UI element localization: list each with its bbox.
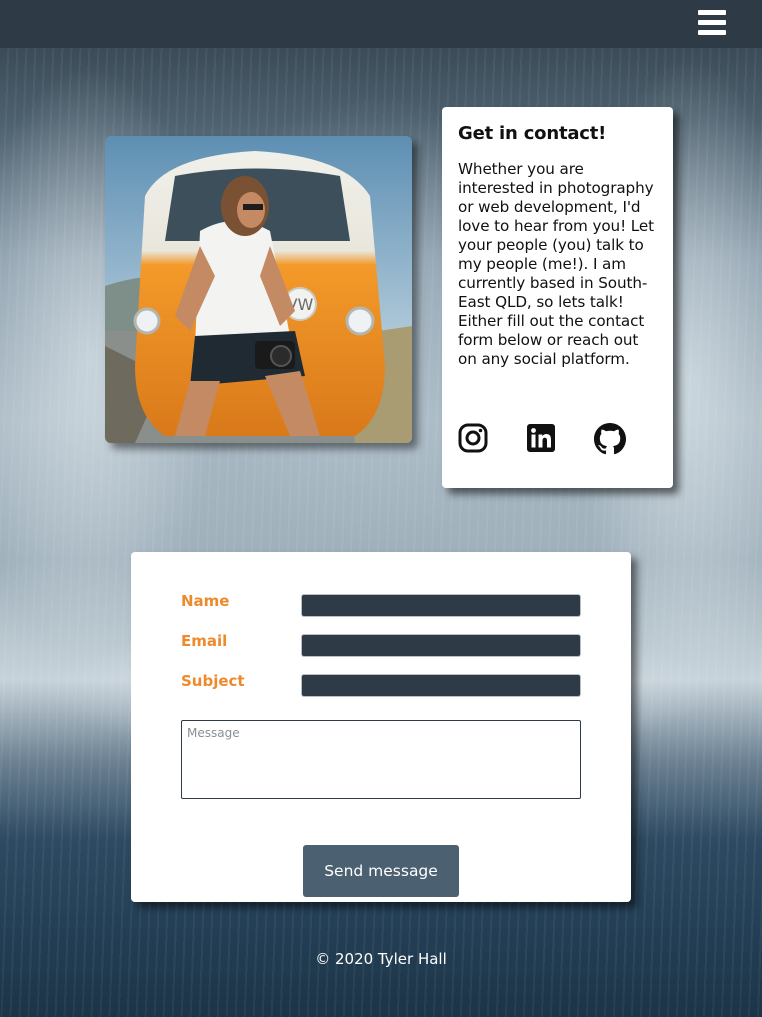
email-row: Email [181, 632, 581, 657]
contact-info-card: Get in contact! Whether you are interest… [442, 107, 673, 488]
name-row: Name [181, 592, 581, 617]
contact-description: Whether you are interested in photograph… [458, 160, 654, 368]
send-message-button[interactable]: Send message [303, 845, 459, 897]
email-input[interactable] [301, 634, 581, 657]
profile-photo: VW [105, 136, 412, 443]
instagram-icon[interactable] [458, 423, 490, 455]
footer-copyright: © 2020 Tyler Hall [315, 950, 447, 968]
subject-label: Subject [181, 672, 245, 690]
github-icon[interactable] [594, 423, 626, 455]
hamburger-menu-icon[interactable] [698, 10, 726, 36]
message-textarea[interactable] [181, 720, 581, 799]
name-label: Name [181, 592, 230, 610]
contact-title: Get in contact! [458, 123, 607, 144]
name-input[interactable] [301, 594, 581, 617]
linkedin-icon[interactable] [526, 423, 558, 455]
top-navbar [0, 0, 762, 48]
contact-form: Name Email Subject Send message [131, 552, 631, 902]
email-label: Email [181, 632, 228, 650]
subject-row: Subject [181, 672, 581, 697]
social-links [458, 423, 658, 457]
subject-input[interactable] [301, 674, 581, 697]
